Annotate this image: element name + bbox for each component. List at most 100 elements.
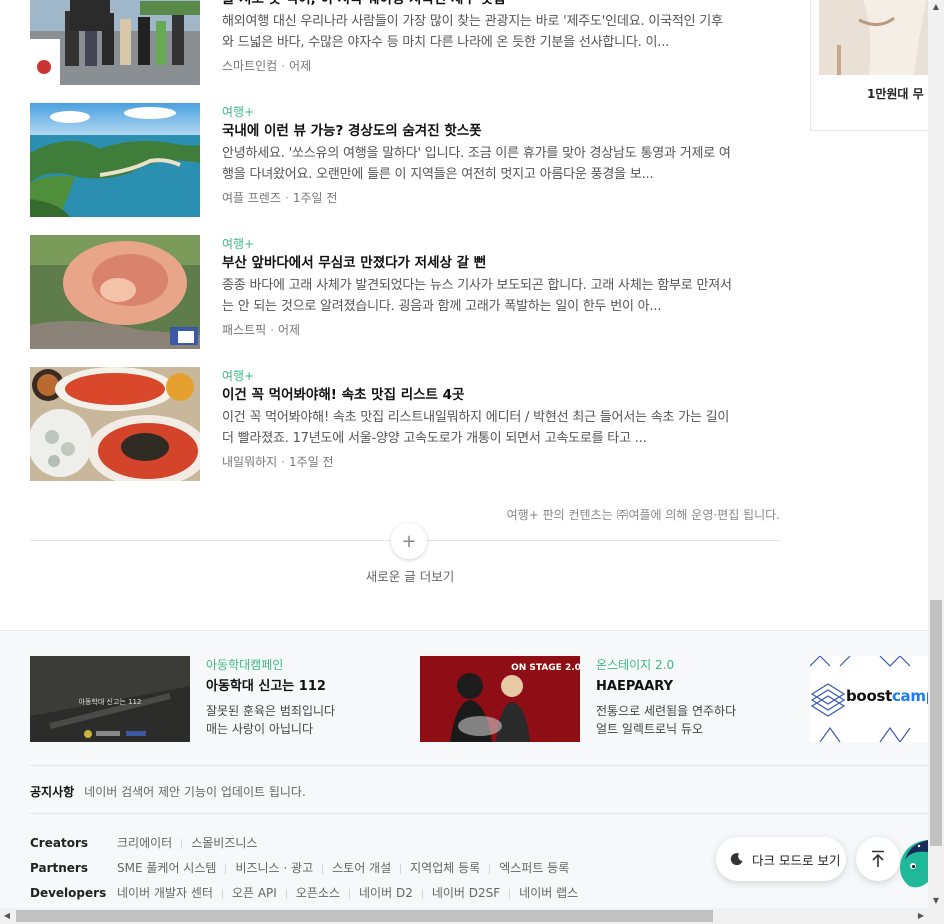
- promo-title[interactable]: 아동학대 신고는 112: [206, 677, 406, 697]
- article-item[interactable]: 줄 서도 못 먹어, 이 시국 웨이팅 지옥인 제주 맛집 해외여행 대신 우리…: [30, 0, 780, 85]
- boostcamp-banner[interactable]: boostcamp: [810, 656, 928, 742]
- article-category: 여행+: [222, 369, 255, 383]
- article-thumbnail[interactable]: [30, 0, 200, 85]
- article-source[interactable]: 스마트인컴: [222, 59, 277, 73]
- footer-link[interactable]: 네이버 D2: [359, 886, 413, 900]
- footer-link[interactable]: 오픈소스: [296, 886, 340, 900]
- article-thumbnail[interactable]: [30, 235, 200, 349]
- horizontal-scroll-thumb[interactable]: [16, 910, 713, 922]
- arrow-up-icon: [872, 850, 884, 867]
- scroll-down-arrow-icon[interactable]: ▼: [928, 894, 944, 908]
- scroll-to-top-button[interactable]: [856, 837, 900, 881]
- article-category: 여행+: [222, 237, 255, 251]
- footer-link[interactable]: SME 풀케어 시스템: [117, 861, 216, 875]
- article-description[interactable]: 이건 꼭 먹어봐야해! 속초 맛집 리스트내일뭐하지 에디터 / 박현선 최근 …: [222, 407, 734, 449]
- footer-row-label: Creators: [30, 836, 89, 850]
- article-meta: 내일뭐하지 · 1주일 전: [222, 455, 334, 469]
- promo-image[interactable]: 아동학대 신고는 112: [30, 656, 190, 742]
- scroll-left-arrow-icon[interactable]: ◀: [0, 908, 14, 924]
- promo-desc-line: 얼트 일렉트로닉 듀오: [596, 722, 703, 736]
- article-title[interactable]: 이건 꼭 먹어봐야해! 속초 맛집 리스트 4곳: [222, 385, 734, 405]
- divider: [322, 863, 324, 874]
- article-description[interactable]: 안녕하세요. '쏘스유의 여행을 말하다' 입니다. 조금 이른 휴가를 맞아 …: [222, 143, 734, 185]
- boostcamp-logo-b: camp: [891, 687, 928, 705]
- divider: [489, 863, 491, 874]
- article-source[interactable]: 패스트픽: [222, 323, 266, 337]
- article-meta: 스마트인컴 · 어제: [222, 59, 312, 73]
- article-item[interactable]: 여행+ 부산 앞바다에서 무심코 만졌다가 저세상 갈 뻔 종종 바다에 고래 …: [30, 235, 780, 349]
- article-description[interactable]: 종종 바다에 고래 사체가 발견되었다는 뉴스 기사가 보도되곤 합니다. 고래…: [222, 275, 734, 317]
- dark-mode-button[interactable]: 다크 모드로 보기: [716, 837, 846, 881]
- article-thumbnail[interactable]: [30, 367, 200, 481]
- divider: [349, 888, 351, 899]
- article-title[interactable]: 국내에 이런 뷰 가능? 경상도의 숨겨진 핫스폿: [222, 121, 734, 141]
- promo-description[interactable]: 전통으로 세련됨을 연주하다 얼트 일렉트로닉 듀오: [596, 702, 796, 738]
- footer-row-developers: Developers 네이버 개발자 센터 오픈 API 오픈소스 네이버 D2 네이버 …: [30, 884, 578, 902]
- promo-tag[interactable]: 온스테이지 2.0: [596, 656, 796, 674]
- promo-title[interactable]: HAEPAARY: [596, 677, 796, 697]
- divider: [225, 863, 227, 874]
- promo-image-text: 아동학대 신고는 112: [79, 697, 142, 706]
- footer-row-label: Partners: [30, 861, 88, 875]
- article-title[interactable]: 부산 앞바다에서 무심코 만졌다가 저세상 갈 뻔: [222, 253, 734, 273]
- footer-row-label: Developers: [30, 886, 107, 900]
- notice-label[interactable]: 공지사항: [30, 785, 74, 799]
- promo-image-text: ON STAGE 2.0: [511, 663, 580, 673]
- divider: [421, 888, 423, 899]
- footer-link[interactable]: 지역업체 등록: [410, 861, 480, 875]
- divider: [181, 838, 183, 849]
- plus-icon: +: [401, 530, 417, 552]
- footer-link[interactable]: 크리에이터: [117, 836, 172, 850]
- footer-link[interactable]: 비즈니스 · 광고: [235, 861, 313, 875]
- dark-mode-label: 다크 모드로 보기: [752, 852, 841, 868]
- footer-link[interactable]: 엑스퍼트 등록: [499, 861, 569, 875]
- article-meta: 여플 프렌즈 · 1주일 전: [222, 191, 338, 205]
- scroll-up-arrow-icon[interactable]: ▲: [928, 0, 944, 14]
- promo-desc-line: 매는 사랑이 아닙니다: [206, 722, 313, 736]
- moon-icon: [730, 853, 743, 866]
- side-ad-card[interactable]: 1만원대 무: [810, 0, 928, 131]
- footer-link[interactable]: 오픈 API: [232, 886, 277, 900]
- footer-link[interactable]: 네이버 랩스: [519, 886, 578, 900]
- vertical-scrollbar[interactable]: ▲ ▼: [928, 0, 944, 908]
- article-time: 어제: [289, 59, 312, 73]
- promo-tag[interactable]: 아동학대캠페인: [206, 656, 406, 674]
- article-thumbnail[interactable]: [30, 103, 200, 217]
- article-source[interactable]: 내일뭐하지: [222, 455, 277, 469]
- article-time: 1주일 전: [289, 455, 334, 469]
- footer-link[interactable]: 스몰비즈니스: [191, 836, 257, 850]
- scroll-right-arrow-icon[interactable]: ▶: [914, 908, 928, 924]
- article-time: 1주일 전: [292, 191, 338, 205]
- article-item[interactable]: 여행+ 국내에 이런 뷰 가능? 경상도의 숨겨진 핫스폿 안녕하세요. '쏘스…: [30, 103, 780, 217]
- footer-row-creators: Creators 크리에이터 스몰비즈니스: [30, 834, 257, 852]
- article-description[interactable]: 해외여행 대신 우리나라 사람들이 가장 많이 찾는 관광지는 바로 '제주도'…: [222, 11, 734, 53]
- divider: [509, 888, 511, 899]
- article-time: 어제: [278, 323, 301, 337]
- mascot-icon[interactable]: [895, 838, 928, 890]
- boostcamp-logo-a: boost: [846, 687, 892, 705]
- notice-text[interactable]: 네이버 검색어 제안 기능이 업데이트 됩니다.: [84, 785, 306, 799]
- footer-link[interactable]: 스토어 개설: [332, 861, 391, 875]
- footer-link[interactable]: 네이버 D2SF: [432, 886, 500, 900]
- divider: [400, 863, 402, 874]
- vertical-scroll-thumb[interactable]: [930, 600, 942, 846]
- load-more-label[interactable]: 새로운 글 더보기: [30, 566, 790, 585]
- notice: 공지사항 네이버 검색어 제안 기능이 업데이트 됩니다.: [30, 783, 306, 800]
- promo-desc-line: 잘못된 훈육은 범죄입니다: [206, 704, 336, 718]
- side-ad-image[interactable]: [819, 0, 928, 75]
- horizontal-scrollbar[interactable]: ◀ ▶: [0, 908, 944, 924]
- divider: [30, 813, 928, 814]
- footer-row-partners: Partners SME 풀케어 시스템 비즈니스 · 광고 스토어 개설 지역업체 등…: [30, 859, 569, 877]
- promo-image[interactable]: ON STAGE 2.0: [420, 656, 580, 742]
- boostcamp-logo: boostcamp: [846, 687, 928, 705]
- article-source[interactable]: 여플 프렌즈: [222, 191, 281, 205]
- article-title[interactable]: 줄 서도 못 먹어, 이 시국 웨이팅 지옥인 제주 맛집: [222, 0, 734, 9]
- load-more-button[interactable]: +: [391, 523, 427, 559]
- footer-link[interactable]: 네이버 개발자 센터: [117, 886, 213, 900]
- divider: [30, 765, 928, 766]
- article-category: 여행+: [222, 105, 255, 119]
- page: 줄 서도 못 먹어, 이 시국 웨이팅 지옥인 제주 맛집 해외여행 대신 우리…: [0, 0, 928, 908]
- promo-description[interactable]: 잘못된 훈육은 범죄입니다매는 사랑이 아닙니다: [206, 702, 406, 738]
- article-item[interactable]: 여행+ 이건 꼭 먹어봐야해! 속초 맛집 리스트 4곳 이건 꼭 먹어봐야해!…: [30, 367, 780, 481]
- side-ad-caption[interactable]: 1만원대 무: [867, 85, 924, 102]
